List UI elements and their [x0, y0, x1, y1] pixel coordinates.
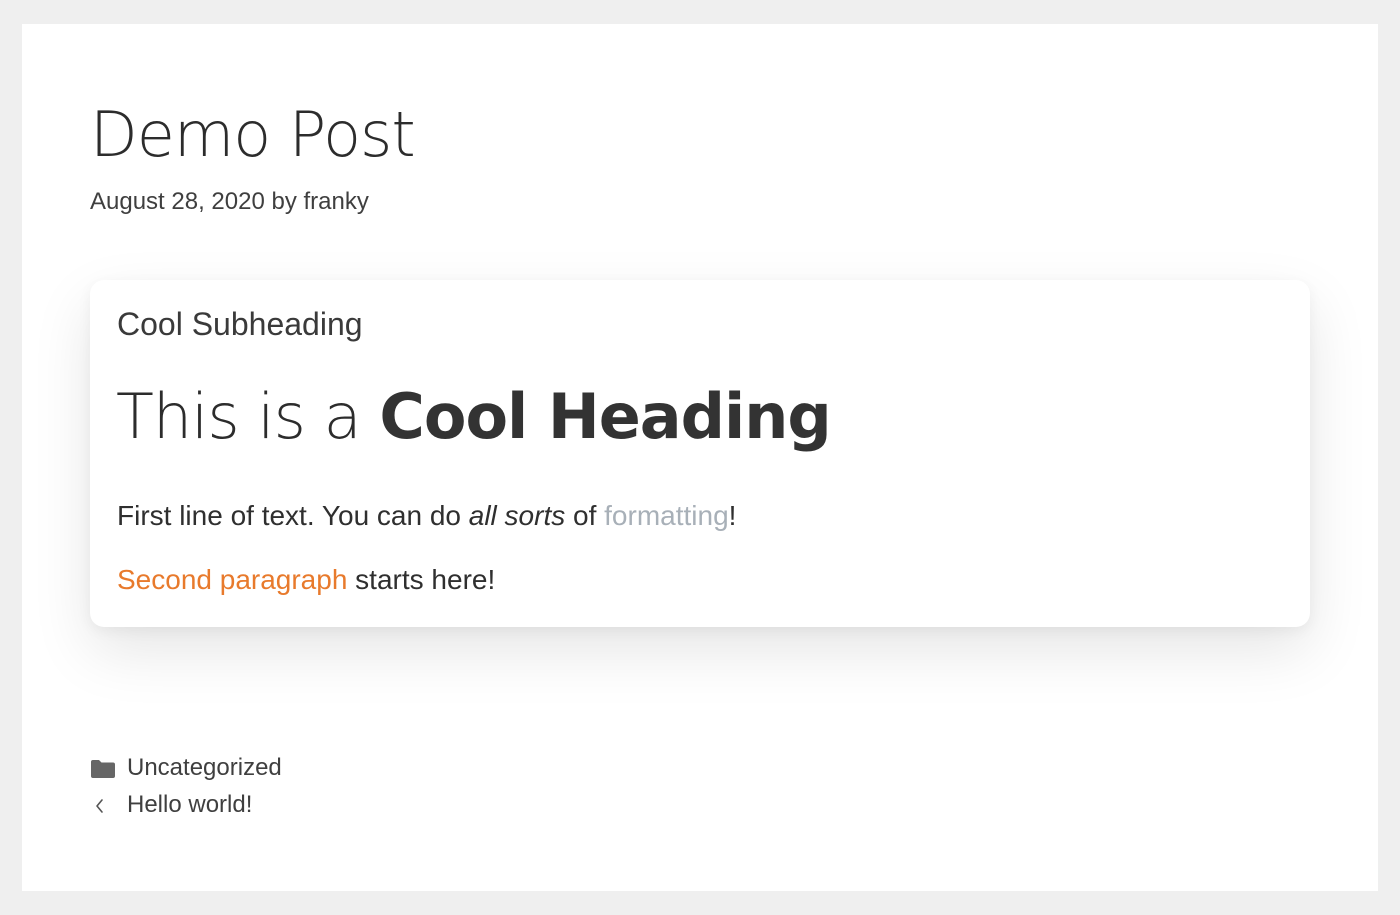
first-paragraph: First line of text. You can do all sorts…	[117, 500, 736, 532]
first-paragraph-text: First line of text. You can do	[117, 500, 469, 531]
folder-icon	[90, 758, 116, 778]
page-content: Demo Post August 28, 2020 by franky Cool…	[22, 24, 1378, 891]
second-paragraph-link[interactable]: Second paragraph	[117, 564, 347, 595]
card-heading: This is a Cool Heading	[116, 380, 832, 453]
previous-post-link[interactable]: Hello world!	[127, 791, 252, 819]
post-category: Uncategorized	[90, 754, 282, 782]
card-subheading: Cool Subheading	[117, 306, 363, 342]
post-meta: August 28, 2020 by franky	[90, 188, 369, 216]
post-navigation: Hello world!	[90, 791, 252, 819]
post-date[interactable]: August 28, 2020	[90, 188, 265, 215]
formatting-link[interactable]: formatting	[604, 500, 729, 531]
chevron-left-icon	[90, 795, 116, 815]
second-paragraph-text: starts here!	[347, 564, 496, 595]
content-card: Cool Subheading This is a Cool Heading F…	[90, 280, 1310, 627]
author-link[interactable]: franky	[304, 188, 369, 215]
category-link[interactable]: Uncategorized	[127, 754, 282, 782]
second-paragraph: Second paragraph starts here!	[117, 564, 495, 596]
first-paragraph-end: !	[728, 500, 737, 531]
first-paragraph-italic: all sorts	[468, 500, 566, 531]
post-title: Demo Post	[90, 98, 416, 171]
card-heading-light: This is a	[116, 380, 380, 453]
card-heading-bold: Cool Heading	[379, 380, 831, 453]
first-paragraph-of: of	[565, 500, 605, 531]
post-by: by	[271, 188, 297, 215]
